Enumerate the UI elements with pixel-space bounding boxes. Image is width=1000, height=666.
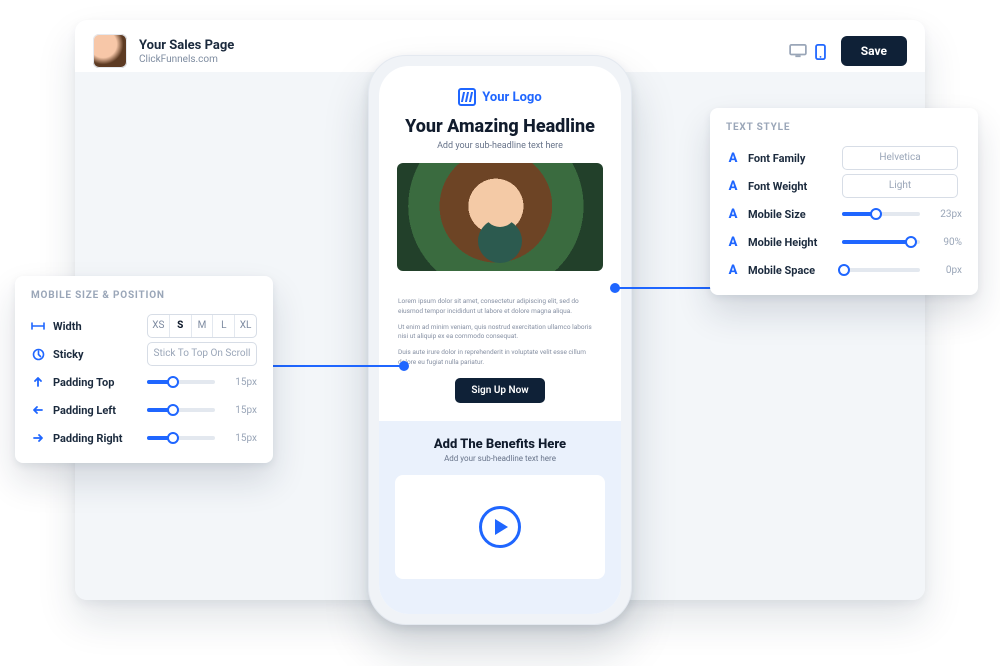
mobile-size-label: Mobile Size	[748, 208, 834, 221]
padding-left-label: Padding Left	[53, 404, 139, 417]
mobile-size-row: A Mobile Size 23px	[726, 201, 962, 227]
width-segmented[interactable]: XS S M L XL	[147, 314, 257, 338]
padding-right-slider[interactable]	[147, 436, 215, 440]
connector-dot	[399, 361, 409, 371]
font-icon: A	[726, 263, 740, 278]
sticky-select[interactable]: Stick To Top On Scroll	[147, 342, 257, 366]
width-l[interactable]: L	[213, 315, 235, 337]
text-style-panel[interactable]: TEXT STYLE A Font Family Helvetica A Fon…	[710, 108, 978, 295]
width-icon	[31, 320, 45, 332]
mobile-height-row: A Mobile Height 90%	[726, 229, 962, 255]
sticky-icon	[31, 348, 45, 361]
padding-right-row: Padding Right 15px	[31, 425, 257, 451]
page-meta: Your Sales Page ClickFunnels.com	[139, 38, 234, 65]
page-subtitle: ClickFunnels.com	[139, 54, 234, 65]
panel-title: MOBILE SIZE & POSITION	[31, 290, 257, 301]
mobile-icon[interactable]	[815, 44, 831, 58]
font-weight-label: Font Weight	[748, 180, 834, 193]
font-icon: A	[726, 235, 740, 250]
play-icon[interactable]	[479, 506, 521, 548]
mobile-height-label: Mobile Height	[748, 236, 834, 249]
mobile-size-value: 23px	[928, 209, 962, 220]
mobile-space-label: Mobile Space	[748, 264, 834, 277]
sub-headline[interactable]: Add your sub-headline text here	[397, 141, 603, 151]
hero-section[interactable]: Your Logo Your Amazing Headline Add your…	[379, 66, 621, 287]
user-avatar[interactable]	[93, 34, 127, 68]
font-family-select[interactable]: Helvetica	[842, 146, 958, 170]
headline[interactable]: Your Amazing Headline	[397, 116, 603, 137]
panel-title: TEXT STYLE	[726, 122, 962, 133]
logo[interactable]: Your Logo	[397, 88, 603, 106]
font-icon: A	[726, 179, 740, 194]
font-weight-select[interactable]: Light	[842, 174, 958, 198]
logo-text: Your Logo	[482, 90, 541, 105]
padding-left-row: Padding Left 15px	[31, 397, 257, 423]
padding-right-label: Padding Right	[53, 432, 139, 445]
connector-line	[272, 365, 400, 367]
arrow-right-icon	[31, 432, 45, 444]
width-label: Width	[53, 320, 139, 333]
paragraph: Lorem ipsum dolor sit amet, consectetur …	[398, 297, 602, 317]
font-weight-row: A Font Weight Light	[726, 173, 962, 199]
logo-icon	[458, 88, 476, 106]
benefits-title[interactable]: Add The Benefits Here	[393, 437, 607, 452]
connector-line	[619, 287, 711, 289]
padding-right-value: 15px	[223, 433, 257, 444]
arrow-up-icon	[31, 376, 45, 388]
padding-left-value: 15px	[223, 405, 257, 416]
mobile-size-slider[interactable]	[842, 212, 920, 216]
padding-top-label: Padding Top	[53, 376, 139, 389]
sticky-label: Sticky	[53, 348, 139, 361]
desktop-icon[interactable]	[789, 44, 805, 58]
mobile-height-slider[interactable]	[842, 240, 920, 244]
sticky-row: Sticky Stick To Top On Scroll	[31, 341, 257, 367]
font-family-row: A Font Family Helvetica	[726, 145, 962, 171]
paragraph: Duis aute irure dolor in reprehenderit i…	[398, 348, 602, 368]
padding-top-row: Padding Top 15px	[31, 369, 257, 395]
width-m[interactable]: M	[192, 315, 214, 337]
width-s[interactable]: S	[170, 315, 192, 337]
arrow-left-icon	[31, 404, 45, 416]
benefits-sub[interactable]: Add your sub-headline text here	[393, 454, 607, 463]
video-card[interactable]	[395, 475, 605, 579]
benefits-section[interactable]: Add The Benefits Here Add your sub-headl…	[379, 421, 621, 615]
width-row: Width XS S M L XL	[31, 313, 257, 339]
mobile-height-value: 90%	[928, 237, 962, 248]
width-xs[interactable]: XS	[148, 315, 170, 337]
mobile-space-row: A Mobile Space 0px	[726, 257, 962, 283]
mobile-space-value: 0px	[928, 265, 962, 276]
hero-image[interactable]	[397, 163, 603, 271]
paragraph: Ut enim ad minim veniam, quis nostrud ex…	[398, 323, 602, 343]
font-icon: A	[726, 151, 740, 166]
phone-preview: Your Logo Your Amazing Headline Add your…	[368, 55, 632, 625]
padding-top-slider[interactable]	[147, 380, 215, 384]
padding-left-slider[interactable]	[147, 408, 215, 412]
header-actions: Save	[789, 36, 907, 66]
body-text[interactable]: Lorem ipsum dolor sit amet, consectetur …	[379, 297, 621, 368]
font-icon: A	[726, 207, 740, 222]
cta-button[interactable]: Sign Up Now	[455, 378, 544, 403]
phone-screen[interactable]: Your Logo Your Amazing Headline Add your…	[379, 66, 621, 614]
width-xl[interactable]: XL	[235, 315, 256, 337]
padding-top-value: 15px	[223, 377, 257, 388]
save-button[interactable]: Save	[841, 36, 907, 66]
page-title: Your Sales Page	[139, 38, 234, 53]
mobile-space-slider[interactable]	[842, 268, 920, 272]
mobile-size-panel[interactable]: MOBILE SIZE & POSITION Width XS S M L XL…	[15, 276, 273, 463]
font-family-label: Font Family	[748, 152, 834, 165]
